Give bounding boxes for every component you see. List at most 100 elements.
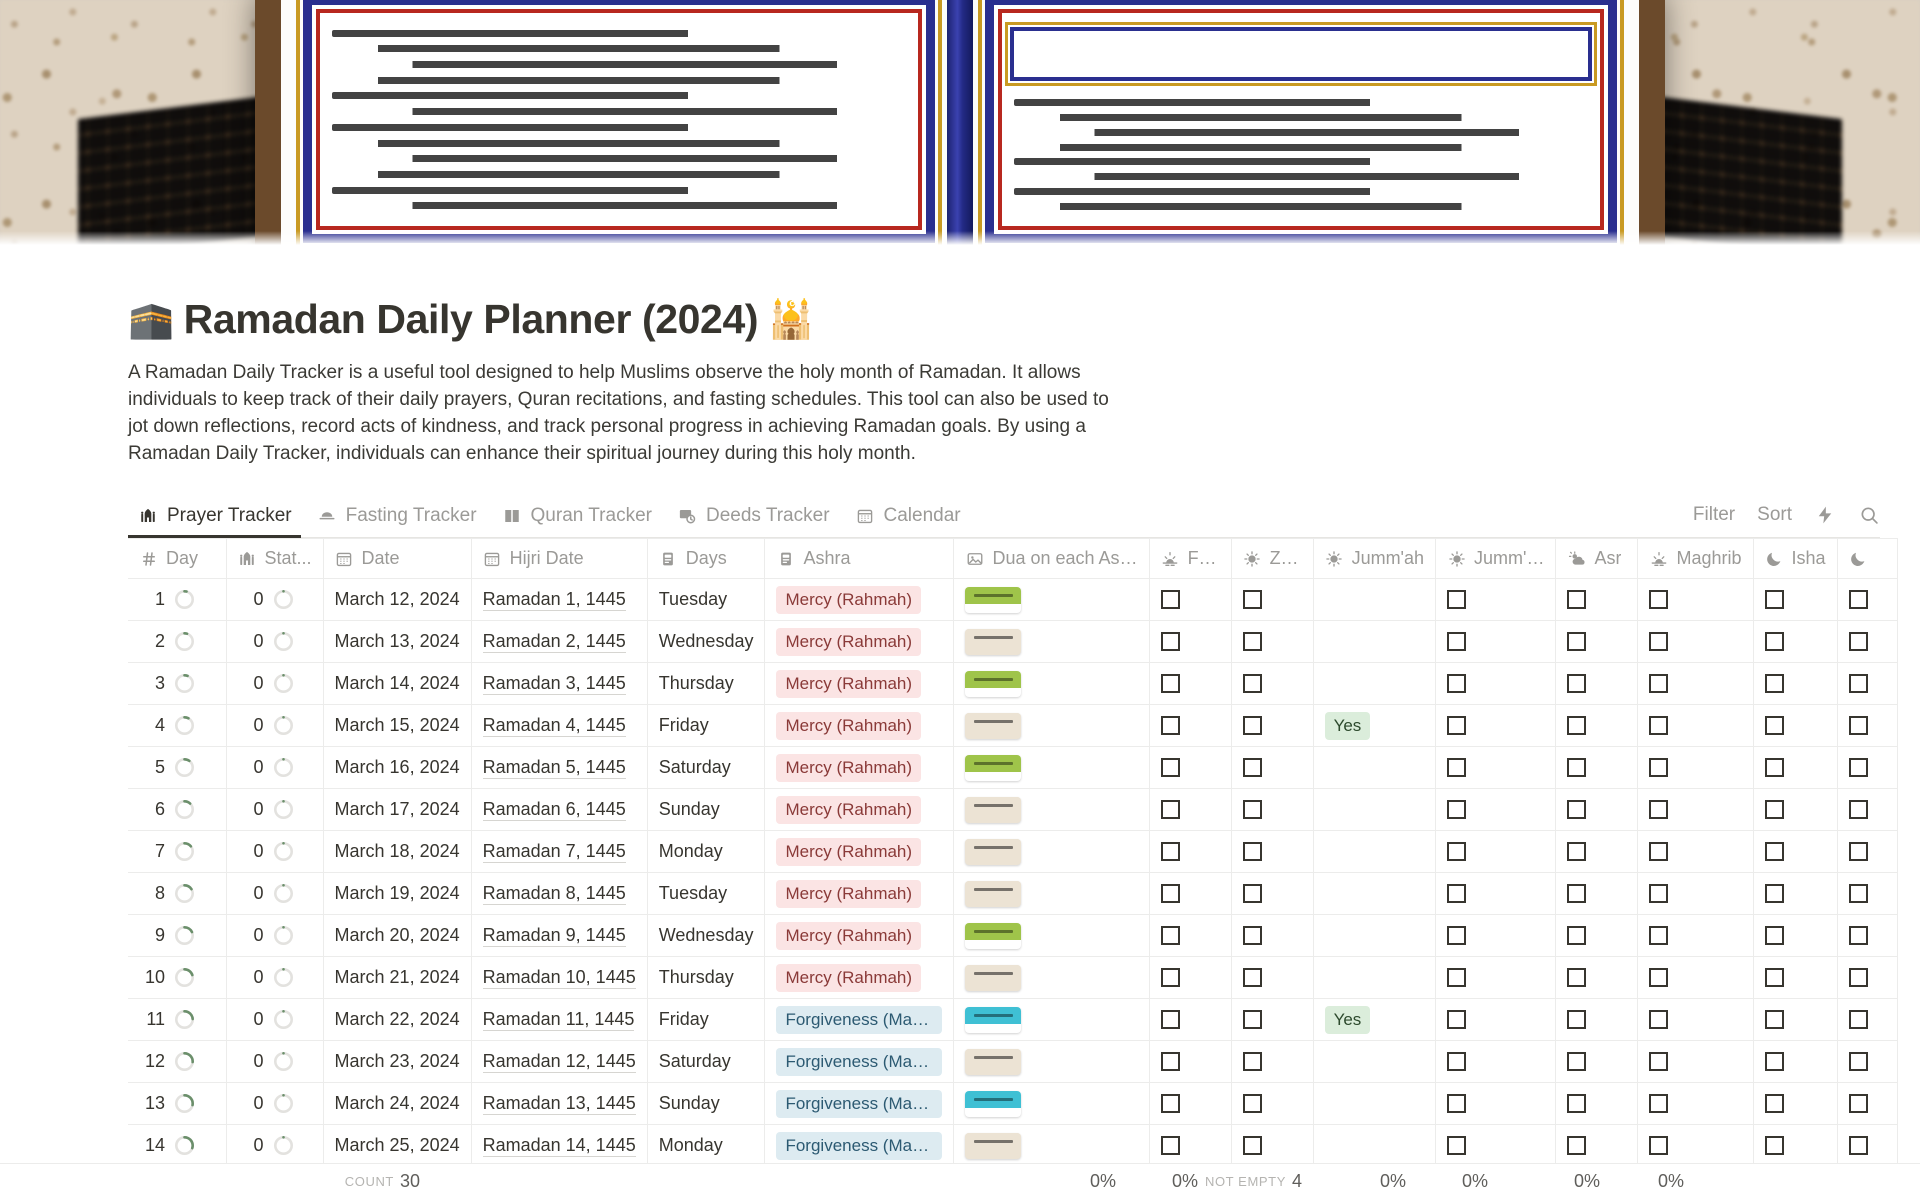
cell-jummah-prayer[interactable] (1436, 663, 1556, 705)
cell-dua-image[interactable] (954, 579, 1149, 621)
checkbox[interactable] (1161, 632, 1180, 651)
cell-zuhr[interactable] (1231, 747, 1313, 789)
checkbox[interactable] (1765, 842, 1784, 861)
cell-weekday[interactable]: Tuesday (647, 873, 765, 915)
checkbox[interactable] (1849, 590, 1868, 609)
dua-thumbnail[interactable] (965, 923, 1021, 949)
cell-zuhr[interactable] (1231, 1041, 1313, 1083)
summary-cell[interactable] (226, 1164, 310, 1200)
cell-status[interactable]: 0 (226, 957, 323, 999)
cell-asr[interactable] (1556, 663, 1638, 705)
cell-jummah[interactable] (1313, 873, 1435, 915)
checkbox[interactable] (1567, 926, 1586, 945)
summary-cell[interactable] (682, 1164, 868, 1200)
checkbox[interactable] (1849, 1136, 1868, 1155)
dua-thumbnail[interactable] (965, 713, 1021, 739)
cell-status[interactable]: 0 (226, 999, 323, 1041)
dua-thumbnail[interactable] (965, 1091, 1021, 1117)
checkbox[interactable] (1649, 716, 1668, 735)
hijri-date-link[interactable]: Ramadan 8, 1445 (483, 883, 626, 905)
cell-tarawih[interactable] (1837, 957, 1897, 999)
cell-maghrib[interactable] (1638, 873, 1753, 915)
cell-ashra[interactable]: Forgiveness (Magfir… (765, 1083, 954, 1125)
cell-fajr[interactable] (1149, 579, 1231, 621)
checkbox[interactable] (1161, 884, 1180, 903)
cell-hijri-date[interactable]: Ramadan 8, 1445 (471, 873, 647, 915)
checkbox[interactable] (1567, 1052, 1586, 1071)
checkbox[interactable] (1765, 968, 1784, 987)
cell-maghrib[interactable] (1638, 999, 1753, 1041)
table-row[interactable]: 140March 25, 2024Ramadan 14, 1445MondayF… (128, 1125, 1897, 1167)
checkbox[interactable] (1567, 632, 1586, 651)
cell-jummah-prayer[interactable] (1436, 579, 1556, 621)
cell-ashra[interactable]: Mercy (Rahmah) (765, 663, 954, 705)
cell-maghrib[interactable] (1638, 915, 1753, 957)
cell-jummah-prayer[interactable] (1436, 621, 1556, 663)
summary-cell[interactable] (578, 1164, 682, 1200)
lightning-icon[interactable] (1814, 504, 1836, 526)
summary-cell[interactable]: COUNT30 (310, 1164, 432, 1200)
cell-asr[interactable] (1556, 705, 1638, 747)
checkbox[interactable] (1849, 968, 1868, 987)
cell-dua-image[interactable] (954, 747, 1149, 789)
checkbox[interactable] (1649, 632, 1668, 651)
cell-asr[interactable] (1556, 747, 1638, 789)
cell-asr[interactable] (1556, 957, 1638, 999)
checkbox[interactable] (1649, 884, 1668, 903)
cell-tarawih[interactable] (1837, 1125, 1897, 1167)
cell-day[interactable]: 1 (128, 579, 226, 621)
cell-day[interactable]: 4 (128, 705, 226, 747)
cell-status[interactable]: 0 (226, 1083, 323, 1125)
cell-hijri-date[interactable]: Ramadan 7, 1445 (471, 831, 647, 873)
checkbox[interactable] (1243, 590, 1262, 609)
cell-tarawih[interactable] (1837, 663, 1897, 705)
hijri-date-link[interactable]: Ramadan 2, 1445 (483, 631, 626, 653)
table-row[interactable]: 120March 23, 2024Ramadan 12, 1445Saturda… (128, 1041, 1897, 1083)
cell-zuhr[interactable] (1231, 663, 1313, 705)
cell-isha[interactable] (1753, 873, 1837, 915)
cell-ashra[interactable]: Mercy (Rahmah) (765, 579, 954, 621)
column-header-zuhr[interactable]: Z… (1231, 539, 1313, 579)
summary-cell[interactable] (432, 1164, 578, 1200)
checkbox[interactable] (1243, 1094, 1262, 1113)
cell-weekday[interactable]: Thursday (647, 957, 765, 999)
summary-cell[interactable]: 0% (1500, 1164, 1612, 1200)
cell-status[interactable]: 0 (226, 621, 323, 663)
cell-maghrib[interactable] (1638, 1125, 1753, 1167)
cell-isha[interactable] (1753, 789, 1837, 831)
checkbox[interactable] (1649, 674, 1668, 693)
cell-zuhr[interactable] (1231, 789, 1313, 831)
hijri-date-link[interactable]: Ramadan 3, 1445 (483, 673, 626, 695)
hijri-date-link[interactable]: Ramadan 1, 1445 (483, 589, 626, 611)
hijri-date-link[interactable]: Ramadan 6, 1445 (483, 799, 626, 821)
checkbox[interactable] (1849, 716, 1868, 735)
cell-hijri-date[interactable]: Ramadan 11, 1445 (471, 999, 647, 1041)
cell-jummah[interactable] (1313, 957, 1435, 999)
cell-tarawih[interactable] (1837, 831, 1897, 873)
dua-thumbnail[interactable] (965, 839, 1021, 865)
hijri-date-link[interactable]: Ramadan 9, 1445 (483, 925, 626, 947)
checkbox[interactable] (1447, 800, 1466, 819)
checkbox[interactable] (1649, 926, 1668, 945)
cell-dua-image[interactable] (954, 705, 1149, 747)
checkbox[interactable] (1161, 1094, 1180, 1113)
table-row[interactable]: 30March 14, 2024Ramadan 3, 1445ThursdayM… (128, 663, 1897, 705)
checkbox[interactable] (1447, 632, 1466, 651)
checkbox[interactable] (1765, 632, 1784, 651)
summary-cell[interactable] (1696, 1164, 1756, 1200)
cell-tarawih[interactable] (1837, 915, 1897, 957)
cell-date[interactable]: March 19, 2024 (323, 873, 471, 915)
checkbox[interactable] (1765, 800, 1784, 819)
cell-ashra[interactable]: Mercy (Rahmah) (765, 747, 954, 789)
checkbox[interactable] (1161, 1052, 1180, 1071)
dua-thumbnail[interactable] (965, 797, 1021, 823)
cell-jummah-prayer[interactable] (1436, 705, 1556, 747)
summary-cell[interactable]: NOT EMPTY4 (1210, 1164, 1314, 1200)
cell-tarawih[interactable] (1837, 789, 1897, 831)
cell-ashra[interactable]: Mercy (Rahmah) (765, 873, 954, 915)
checkbox[interactable] (1243, 800, 1262, 819)
cell-day[interactable]: 9 (128, 915, 226, 957)
checkbox[interactable] (1567, 884, 1586, 903)
cell-jummah[interactable] (1313, 747, 1435, 789)
checkbox[interactable] (1765, 884, 1784, 903)
